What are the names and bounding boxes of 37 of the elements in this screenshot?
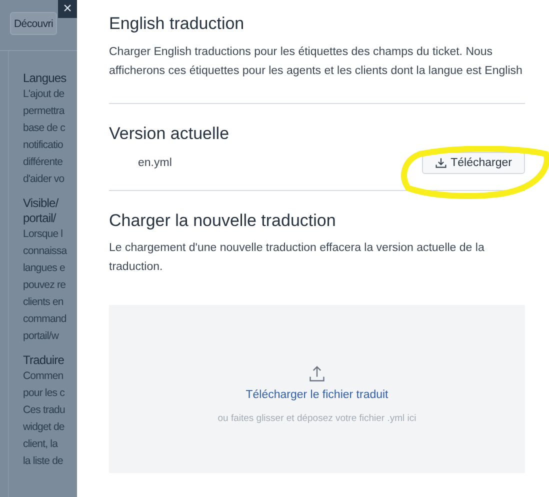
section-text: widget de (23, 420, 66, 435)
section-text: client, la (23, 437, 59, 452)
close-button[interactable]: × (58, 0, 77, 18)
section-text: base de c (23, 121, 66, 136)
section-text: pouvez re (23, 278, 67, 293)
description-text: Charger English traductions pour les étiquettes des champs du ticket. Nous afficherons ces étiquettes pour les agents et les clients dont la langue est English (109, 45, 524, 79)
description-text: Le chargement d'une nouvelle traduction effacera la version actuelle de la traduction. (109, 241, 486, 275)
section-text: command (23, 312, 68, 327)
section-text: la liste de (23, 454, 64, 469)
section-heading: Visible/ (23, 196, 60, 211)
section-text: d'aider vo (23, 172, 66, 187)
section-heading: portail/ (23, 211, 58, 226)
section-text: différente (23, 155, 64, 170)
upload-link[interactable]: Télécharger le fichier traduit (246, 388, 388, 400)
drop-hint: ou faites glisser et déposez votre fichier .yml ici (218, 412, 416, 424)
section-text: permettra (23, 104, 66, 119)
download-icon (434, 157, 447, 169)
discover-button[interactable]: Découvri (10, 12, 58, 35)
section-text: clients en (23, 295, 64, 310)
file-name: en.yml (138, 157, 172, 169)
section-text: pour les c (23, 386, 66, 401)
section-text: Commen (23, 369, 64, 384)
section-heading: Charger la nouvelle traduction (109, 211, 337, 231)
section-heading: Version actuelle (109, 124, 230, 144)
section-text: Lorsque l (23, 227, 64, 242)
upload-icon (308, 364, 326, 382)
section-text: L'ajout de (23, 87, 66, 102)
section-text: connaissa (23, 244, 68, 259)
download-button[interactable]: Télécharger (422, 152, 525, 174)
section-text: notificatio (23, 138, 64, 153)
section-text: portail/w (23, 329, 60, 344)
section-text: Ces tradu (23, 403, 66, 418)
section-heading: Langues (23, 71, 68, 86)
drawer-title: English traduction (109, 14, 246, 34)
drop-zone[interactable]: Télécharger le fichier traduit ou faites glisser et déposez votre fichier .yml ici (109, 305, 525, 473)
section-text: langues e (23, 261, 66, 276)
section-heading: Traduire (23, 353, 66, 368)
